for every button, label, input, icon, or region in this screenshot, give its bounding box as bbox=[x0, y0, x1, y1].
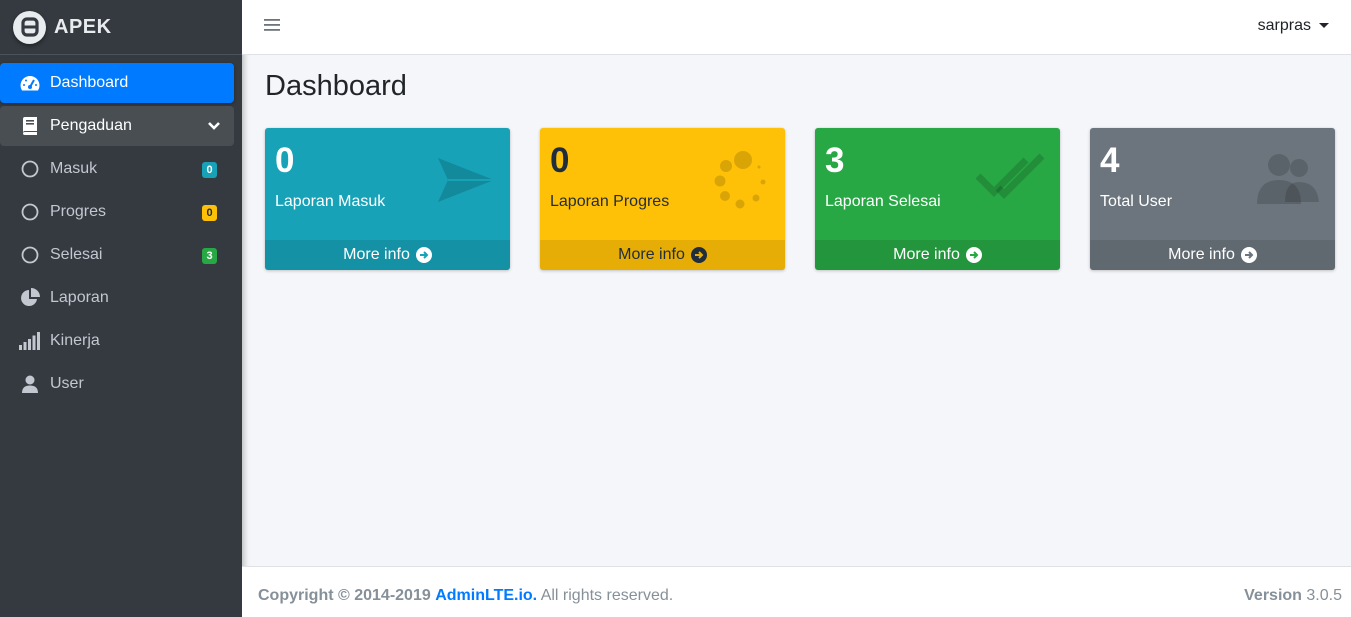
sidebar-item-masuk[interactable]: Masuk 0 bbox=[0, 149, 234, 189]
brand-logo-icon bbox=[13, 10, 46, 44]
count-badge: 0 bbox=[202, 205, 217, 221]
small-box-total-user: 4 Total User More info bbox=[1090, 128, 1335, 270]
more-info-link[interactable]: More info bbox=[1090, 240, 1335, 270]
box-value: 0 bbox=[275, 141, 295, 180]
brand-link[interactable]: APEK bbox=[0, 0, 242, 55]
sidebar-item-label: Progres bbox=[50, 203, 107, 220]
user-dropdown[interactable]: sarpras bbox=[1258, 17, 1329, 35]
small-box-laporan-progres: 0 Laporan Progres More info bbox=[540, 128, 785, 270]
signal-icon bbox=[19, 330, 41, 352]
adminlte-link[interactable]: AdminLTE.io. bbox=[435, 587, 537, 604]
top-navbar: sarpras bbox=[242, 0, 1351, 55]
footer-copyright: Copyright © 2014-2019 AdminLTE.io. All r… bbox=[258, 587, 673, 605]
sidebar-item-label: Selesai bbox=[50, 246, 103, 263]
more-info-link[interactable]: More info bbox=[815, 240, 1060, 270]
user-icon bbox=[19, 373, 41, 395]
version-number: 3.0.5 bbox=[1306, 587, 1342, 604]
sidebar-item-label: Dashboard bbox=[50, 74, 129, 91]
sidebar-item-label: User bbox=[50, 375, 84, 392]
sidebar-item-kinerja[interactable]: Kinerja bbox=[0, 321, 234, 361]
page-title: Dashboard bbox=[265, 70, 407, 102]
sidebar-item-label: Pengaduan bbox=[50, 117, 132, 134]
pie-chart-icon bbox=[19, 287, 41, 309]
count-badge: 0 bbox=[202, 162, 217, 178]
spinner-icon bbox=[711, 150, 771, 215]
arrow-circle-right-icon bbox=[415, 247, 432, 263]
small-box-laporan-masuk: 0 Laporan Masuk More info bbox=[265, 128, 510, 270]
version-label: Version bbox=[1244, 587, 1302, 604]
footer-version: Version 3.0.5 bbox=[1244, 587, 1342, 605]
sidebar-item-label: Laporan bbox=[50, 289, 109, 306]
box-label: Laporan Selesai bbox=[825, 193, 941, 210]
caret-down-icon bbox=[1319, 22, 1329, 28]
box-value: 0 bbox=[550, 141, 570, 180]
sidebar-item-progres[interactable]: Progres 0 bbox=[0, 192, 234, 232]
user-name: sarpras bbox=[1257, 17, 1311, 34]
count-badge: 3 bbox=[202, 248, 217, 264]
sidebar-item-label: Masuk bbox=[50, 160, 98, 177]
sidebar: APEK Dashboard Pengaduan Masuk 0 Progres… bbox=[0, 0, 242, 617]
circle-icon bbox=[19, 201, 41, 223]
circle-icon bbox=[19, 244, 41, 266]
arrow-circle-right-icon bbox=[965, 247, 982, 263]
sidebar-item-pengaduan[interactable]: Pengaduan bbox=[0, 106, 234, 146]
more-info-label: More info bbox=[893, 246, 960, 263]
paper-plane-icon bbox=[436, 150, 496, 215]
check-double-icon bbox=[975, 150, 1046, 215]
tachometer-icon bbox=[19, 72, 41, 94]
sidebar-item-selesai[interactable]: Selesai 3 bbox=[0, 235, 234, 275]
more-info-link[interactable]: More info bbox=[265, 240, 510, 270]
small-box-laporan-selesai: 3 Laporan Selesai More info bbox=[815, 128, 1060, 270]
sidebar-item-dashboard[interactable]: Dashboard bbox=[0, 63, 234, 103]
circle-icon bbox=[19, 158, 41, 180]
copyright-text: Copyright © 2014-2019 bbox=[258, 587, 431, 604]
sidebar-item-laporan[interactable]: Laporan bbox=[0, 278, 234, 318]
footer: Copyright © 2014-2019 AdminLTE.io. All r… bbox=[242, 566, 1351, 617]
book-icon bbox=[19, 115, 41, 137]
arrow-circle-right-icon bbox=[690, 247, 707, 263]
chevron-down-icon bbox=[208, 118, 220, 136]
box-label: Laporan Masuk bbox=[275, 193, 386, 210]
sidebar-item-user[interactable]: User bbox=[0, 364, 234, 404]
box-value: 4 bbox=[1100, 141, 1120, 180]
box-value: 3 bbox=[825, 141, 845, 180]
rights-text: All rights reserved. bbox=[540, 587, 674, 604]
more-info-label: More info bbox=[618, 246, 685, 263]
arrow-circle-right-icon bbox=[1240, 247, 1257, 263]
more-info-link[interactable]: More info bbox=[540, 240, 785, 270]
brand-name: APEK bbox=[54, 15, 112, 38]
sidebar-item-label: Kinerja bbox=[50, 332, 100, 349]
more-info-label: More info bbox=[343, 246, 410, 263]
more-info-label: More info bbox=[1168, 246, 1235, 263]
sidebar-nav: Dashboard Pengaduan Masuk 0 Progres 0 Se… bbox=[0, 55, 242, 404]
box-label: Laporan Progres bbox=[550, 193, 670, 210]
box-label: Total User bbox=[1100, 193, 1173, 210]
users-icon bbox=[1257, 150, 1321, 215]
menu-toggle-icon[interactable] bbox=[264, 18, 282, 36]
